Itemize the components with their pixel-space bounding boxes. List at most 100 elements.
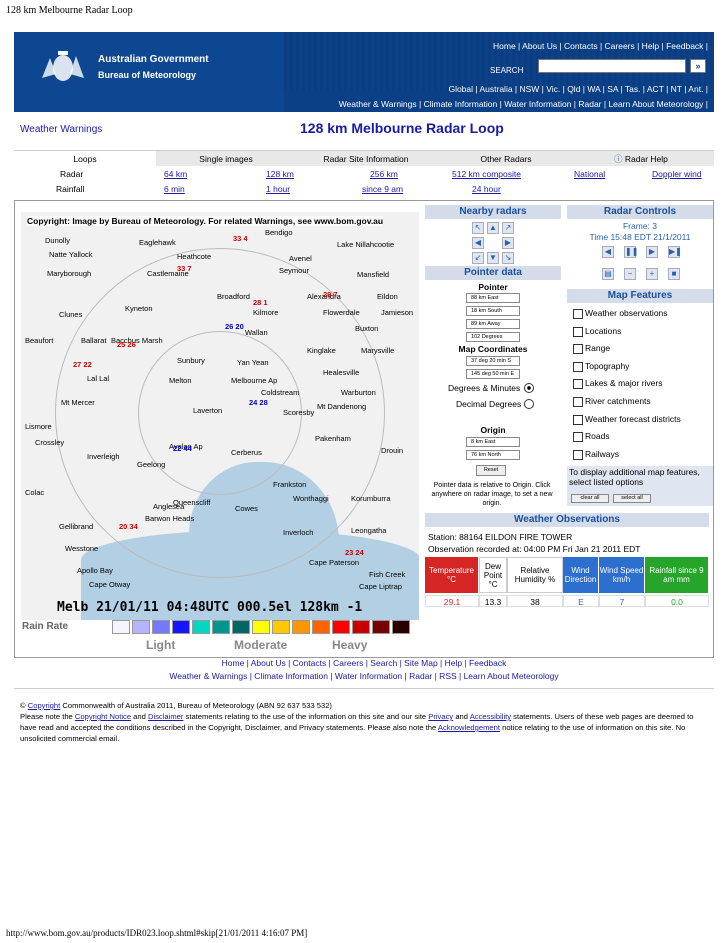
map-place-label: Cape Otway — [89, 580, 131, 589]
link-24hour[interactable]: 24 hour — [472, 184, 501, 194]
gov-name: Australian Government — [98, 54, 209, 65]
footer-links-2[interactable]: Weather & Warnings | Climate Information… — [0, 671, 728, 681]
map-place-label: Lal Lal — [87, 374, 110, 383]
weather-obs-label: 25 26 — [117, 340, 136, 349]
select-all-button[interactable]: select all — [613, 494, 651, 503]
tab-loops[interactable]: Loops — [14, 151, 156, 167]
map-place-label: Wallan — [245, 328, 268, 337]
link-256km[interactable]: 256 km — [370, 169, 398, 179]
map-place-label: Seymour — [279, 266, 310, 275]
decimal-degrees-radio[interactable] — [524, 399, 534, 409]
map-place-label: Clunes — [59, 310, 83, 319]
link-512km[interactable]: 512 km composite — [452, 169, 521, 179]
map-feature-checkbox[interactable] — [573, 361, 583, 372]
map-place-label: Scoresby — [283, 408, 315, 417]
nearby-e-button[interactable]: ▶ — [502, 237, 514, 249]
copyright-notice-link[interactable]: Copyright Notice — [75, 712, 131, 721]
nearby-s-button[interactable]: ▼ — [487, 252, 499, 264]
map-place-label: Inverleigh — [87, 452, 120, 461]
radar-image[interactable]: Copyright: Image by Bureau of Meteorolog… — [21, 212, 419, 620]
state-links[interactable]: Global | Australia | NSW | Vic. | Qld | … — [448, 84, 708, 94]
footer-links-1[interactable]: Home | About Us | Contacts | Careers | S… — [0, 658, 728, 668]
reset-button[interactable]: Reset — [476, 465, 506, 476]
rain-rate-swatch — [372, 620, 390, 634]
legal-and-1: and — [133, 712, 146, 721]
map-place-label: Wesstone — [65, 544, 99, 553]
map-place-label: Yan Yean — [237, 358, 269, 367]
nearby-ne-button[interactable]: ↗ — [502, 222, 514, 234]
map-feature-label: Weather forecast districts — [585, 413, 681, 424]
link-since-9am[interactable]: since 9 am — [362, 184, 403, 194]
next-frame-button[interactable]: ▶ — [646, 246, 658, 258]
copyright-block: © Copyright Commonwealth of Australia 20… — [20, 700, 710, 744]
map-place-label: Lismore — [25, 422, 52, 431]
map-coord-lon: 145 deg 50 min E — [466, 369, 520, 379]
zoom-in-button[interactable]: + — [646, 268, 658, 280]
nearby-n-button[interactable]: ▲ — [487, 222, 499, 234]
map-place-label: Cape Paterson — [309, 558, 360, 567]
info-icon: ⓘ — [614, 154, 625, 164]
tab-other-radars[interactable]: Other Radars — [436, 151, 576, 167]
link-128km[interactable]: 128 km — [266, 169, 294, 179]
tab-radar-help[interactable]: ⓘ Radar Help — [614, 151, 674, 167]
map-features-note: To display additional map features, sele… — [567, 466, 713, 494]
link-6min[interactable]: 6 min — [164, 184, 185, 194]
stop-button[interactable]: ■ — [668, 268, 680, 280]
nearby-sw-button[interactable]: ↙ — [472, 252, 484, 264]
origin-note: Pointer data is relative to Origin. Clic… — [431, 482, 553, 507]
map-feature-checkbox[interactable] — [573, 414, 583, 425]
accessibility-link[interactable]: Accessibility — [470, 712, 511, 721]
map-place-label: Wonthaggi — [293, 494, 329, 503]
link-64km[interactable]: 64 km — [164, 169, 187, 179]
legal-text-1: Please note the — [20, 712, 73, 721]
map-feature-checkbox[interactable] — [573, 344, 583, 355]
map-place-label: Apollo Bay — [77, 566, 113, 575]
privacy-link[interactable]: Privacy — [428, 712, 453, 721]
tab-radar-site-info[interactable]: Radar Site Information — [296, 151, 436, 167]
pause-button[interactable]: ❚❚ — [624, 246, 638, 258]
rain-rate-swatch — [152, 620, 170, 634]
acknowledgement-link[interactable]: Acknowledgement — [438, 723, 500, 732]
copyright-link[interactable]: Copyright — [28, 701, 61, 710]
map-place-label: Flowerdale — [323, 308, 360, 317]
pointer-data-header: Pointer data — [425, 266, 561, 280]
map-feature-checkbox[interactable] — [573, 449, 583, 460]
map-place-label: Maryborough — [47, 269, 92, 278]
map-feature-label: Lakes & major rivers — [585, 378, 663, 389]
zoom-out-button[interactable]: − — [624, 268, 636, 280]
top-links[interactable]: Home | About Us | Contacts | Careers | H… — [493, 41, 708, 51]
nearby-se-button[interactable]: ↘ — [502, 252, 514, 264]
search-button[interactable]: » — [690, 59, 706, 73]
search-label: SEARCH — [490, 66, 524, 75]
map-feature-checkbox[interactable] — [573, 309, 583, 319]
clear-all-button[interactable]: clear all — [571, 494, 609, 503]
map-feature-checkbox[interactable] — [573, 326, 583, 337]
print-icon[interactable]: ▤ — [602, 268, 614, 280]
map-place-label: Cape Liptrap — [359, 582, 402, 591]
disclaimer-link[interactable]: Disclaimer — [148, 712, 183, 721]
map-place-label: Ballarat — [81, 336, 107, 345]
link-doppler[interactable]: Doppler wind — [652, 169, 702, 179]
decimal-degrees-label: Decimal Degrees — [456, 399, 522, 409]
nearby-w-button[interactable]: ◀ — [472, 237, 484, 249]
main-nav[interactable]: Weather & Warnings | Climate Information… — [339, 99, 708, 109]
rain-rate-swatch — [192, 620, 210, 634]
scale-heavy: Heavy — [332, 638, 368, 652]
nearby-nw-button[interactable]: ↖ — [472, 222, 484, 234]
search-input[interactable] — [538, 59, 686, 73]
site-header: Australian Government Bureau of Meteorol… — [14, 32, 714, 112]
rain-rate-swatch — [172, 620, 190, 634]
weather-obs-label: 29 7 — [323, 290, 338, 299]
pointer-south: 18 km South — [466, 306, 520, 316]
link-1hour[interactable]: 1 hour — [266, 184, 290, 194]
map-feature-checkbox[interactable] — [573, 379, 583, 390]
link-national[interactable]: National — [574, 169, 605, 179]
prev-frame-button[interactable]: ◀ — [602, 246, 614, 258]
radar-tabs: Loops Single images Radar Site Informati… — [14, 150, 714, 167]
tab-single-images[interactable]: Single images — [156, 151, 296, 167]
deg-minutes-radio[interactable] — [524, 383, 534, 393]
map-feature-checkbox[interactable] — [573, 397, 583, 407]
map-feature-checkbox[interactable] — [573, 432, 583, 443]
weather-warnings-link[interactable]: Weather Warnings — [20, 124, 102, 135]
last-frame-button[interactable]: ▶❚ — [668, 246, 682, 258]
